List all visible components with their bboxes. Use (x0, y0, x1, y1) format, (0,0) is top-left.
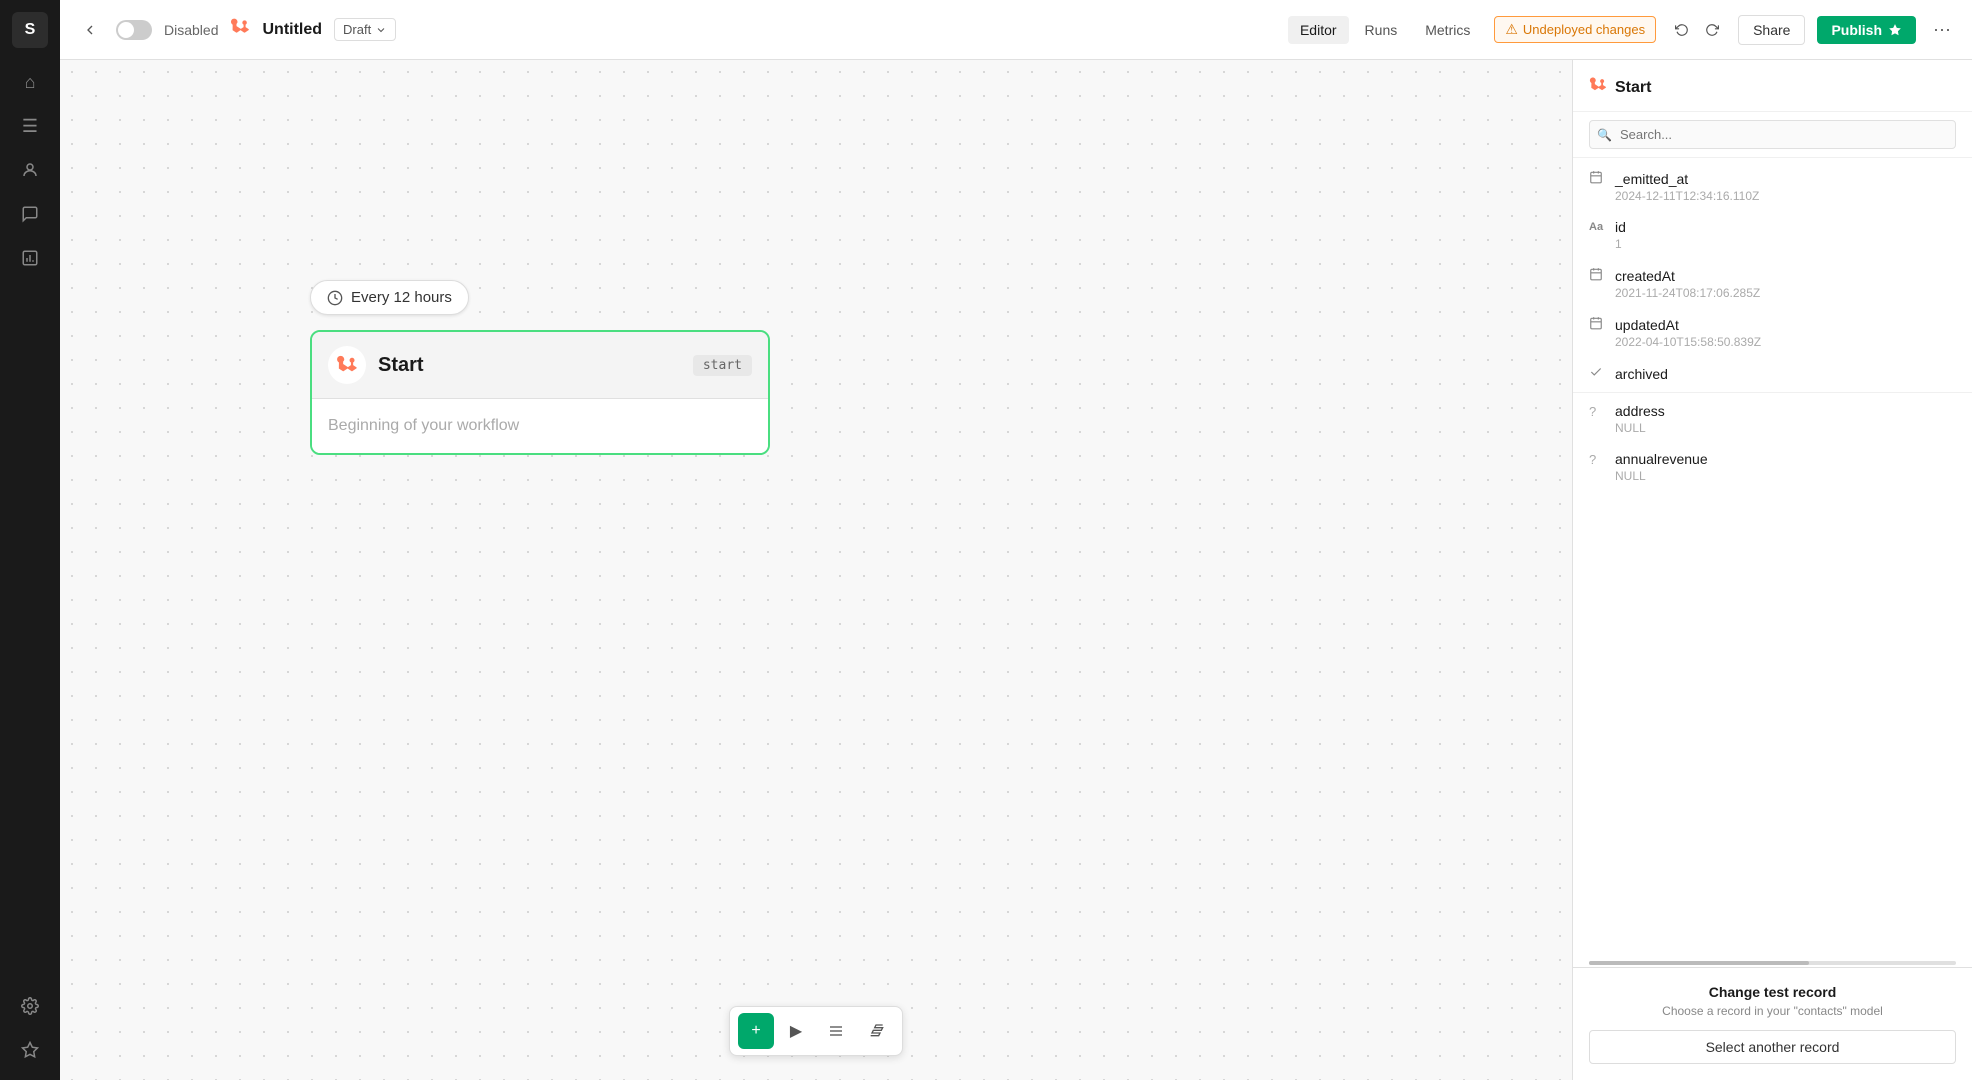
redo-button[interactable] (1698, 16, 1726, 44)
sidebar-left: S ⌂ ☰ (0, 0, 60, 1080)
flag-button[interactable] (858, 1013, 894, 1049)
annualrevenue-value: NULL (1615, 469, 1956, 483)
field-created-at[interactable]: createdAt 2021-11-24T08:17:06.285Z (1573, 259, 1972, 308)
archived-name: archived (1615, 366, 1668, 382)
address-name: address (1615, 403, 1665, 419)
id-value: 1 (1615, 237, 1956, 251)
sidebar-item-contacts[interactable] (12, 152, 48, 188)
field-archived[interactable]: archived (1573, 357, 1972, 390)
rp-bottom: Change test record Choose a record in yo… (1573, 967, 1972, 1080)
enabled-toggle[interactable] (116, 20, 152, 40)
address-value: NULL (1615, 421, 1956, 435)
created-at-icon (1589, 267, 1607, 284)
tab-runs[interactable]: Runs (1353, 16, 1410, 44)
schedule-label: Every 12 hours (351, 289, 452, 306)
change-test-record-desc: Choose a record in your "contacts" model (1589, 1004, 1956, 1018)
workflow-title[interactable]: Untitled (262, 21, 322, 39)
list-button[interactable] (818, 1013, 854, 1049)
bottom-toolbar: + ▶ (729, 1006, 903, 1056)
address-icon: ? (1589, 404, 1607, 419)
publish-button[interactable]: Publish (1817, 16, 1916, 44)
field-address[interactable]: ? address NULL (1573, 395, 1972, 443)
disabled-label: Disabled (164, 22, 218, 38)
emitted-at-icon (1589, 170, 1607, 187)
updated-at-value: 2022-04-10T15:58:50.839Z (1615, 335, 1956, 349)
right-panel-header: Start (1573, 60, 1972, 112)
canvas-area[interactable]: Every 12 hours Start start Beginning of … (60, 60, 1572, 1080)
updated-at-icon (1589, 316, 1607, 333)
select-another-record-button[interactable]: Select another record (1589, 1030, 1956, 1064)
field-id[interactable]: Aa id 1 (1573, 211, 1972, 259)
id-name: id (1615, 219, 1626, 235)
rp-title: Start (1615, 79, 1651, 97)
back-button[interactable] (76, 16, 104, 44)
share-button[interactable]: Share (1738, 15, 1805, 45)
add-node-button[interactable]: + (738, 1013, 774, 1049)
main-container: Disabled Untitled Draft Editor Runs Metr… (60, 0, 1972, 1080)
node-title: Start (378, 354, 424, 377)
sidebar-item-chat[interactable] (12, 196, 48, 232)
undo-button[interactable] (1668, 16, 1696, 44)
hubspot-icon (230, 17, 250, 43)
app-logo[interactable]: S (12, 12, 48, 48)
created-at-value: 2021-11-24T08:17:06.285Z (1615, 286, 1956, 300)
undo-redo-group (1668, 16, 1726, 44)
sidebar-item-reports[interactable] (12, 240, 48, 276)
sidebar-item-extensions[interactable] (12, 1032, 48, 1068)
annualrevenue-name: annualrevenue (1615, 451, 1708, 467)
tab-metrics[interactable]: Metrics (1413, 16, 1482, 44)
emitted-at-name: _emitted_at (1615, 171, 1688, 187)
updated-at-name: updatedAt (1615, 317, 1679, 333)
rp-field-list: _emitted_at 2024-12-11T12:34:16.110Z Aa … (1573, 158, 1972, 961)
node-body: Beginning of your workflow (312, 398, 768, 453)
tab-group: Editor Runs Metrics (1288, 16, 1482, 44)
created-at-name: createdAt (1615, 268, 1675, 284)
change-test-record-label: Change test record (1589, 984, 1956, 1000)
annualrevenue-icon: ? (1589, 452, 1607, 467)
search-icon: 🔍 (1597, 128, 1612, 142)
sidebar-item-home[interactable]: ⌂ (12, 64, 48, 100)
id-icon: Aa (1589, 221, 1607, 233)
node-icon (328, 346, 366, 384)
field-annualrevenue[interactable]: ? annualrevenue NULL (1573, 443, 1972, 491)
sidebar-item-settings[interactable] (12, 988, 48, 1024)
undeployed-badge: ⚠ Undeployed changes (1494, 16, 1656, 43)
node-tag: start (693, 355, 752, 376)
more-options-button[interactable]: ··· (1928, 16, 1956, 44)
field-updated-at[interactable]: updatedAt 2022-04-10T15:58:50.839Z (1573, 308, 1972, 357)
rp-hubspot-icon (1589, 76, 1607, 99)
schedule-badge[interactable]: Every 12 hours (310, 280, 469, 315)
node-header: Start start (312, 332, 768, 398)
draft-dropdown[interactable]: Draft (334, 18, 396, 41)
sidebar-item-data[interactable]: ☰ (12, 108, 48, 144)
node-header-left: Start (328, 346, 424, 384)
workflow-node[interactable]: Start start Beginning of your workflow (310, 330, 770, 455)
play-button[interactable]: ▶ (778, 1013, 814, 1049)
tab-editor[interactable]: Editor (1288, 16, 1349, 44)
right-panel: Start 🔍 _emitted_at 2024-12 (1572, 60, 1972, 1080)
header: Disabled Untitled Draft Editor Runs Metr… (60, 0, 1972, 60)
archived-icon (1589, 365, 1607, 382)
search-input[interactable] (1589, 120, 1956, 149)
rp-search-area: 🔍 (1573, 112, 1972, 158)
emitted-at-value: 2024-12-11T12:34:16.110Z (1615, 189, 1956, 203)
field-emitted-at[interactable]: _emitted_at 2024-12-11T12:34:16.110Z (1573, 162, 1972, 211)
